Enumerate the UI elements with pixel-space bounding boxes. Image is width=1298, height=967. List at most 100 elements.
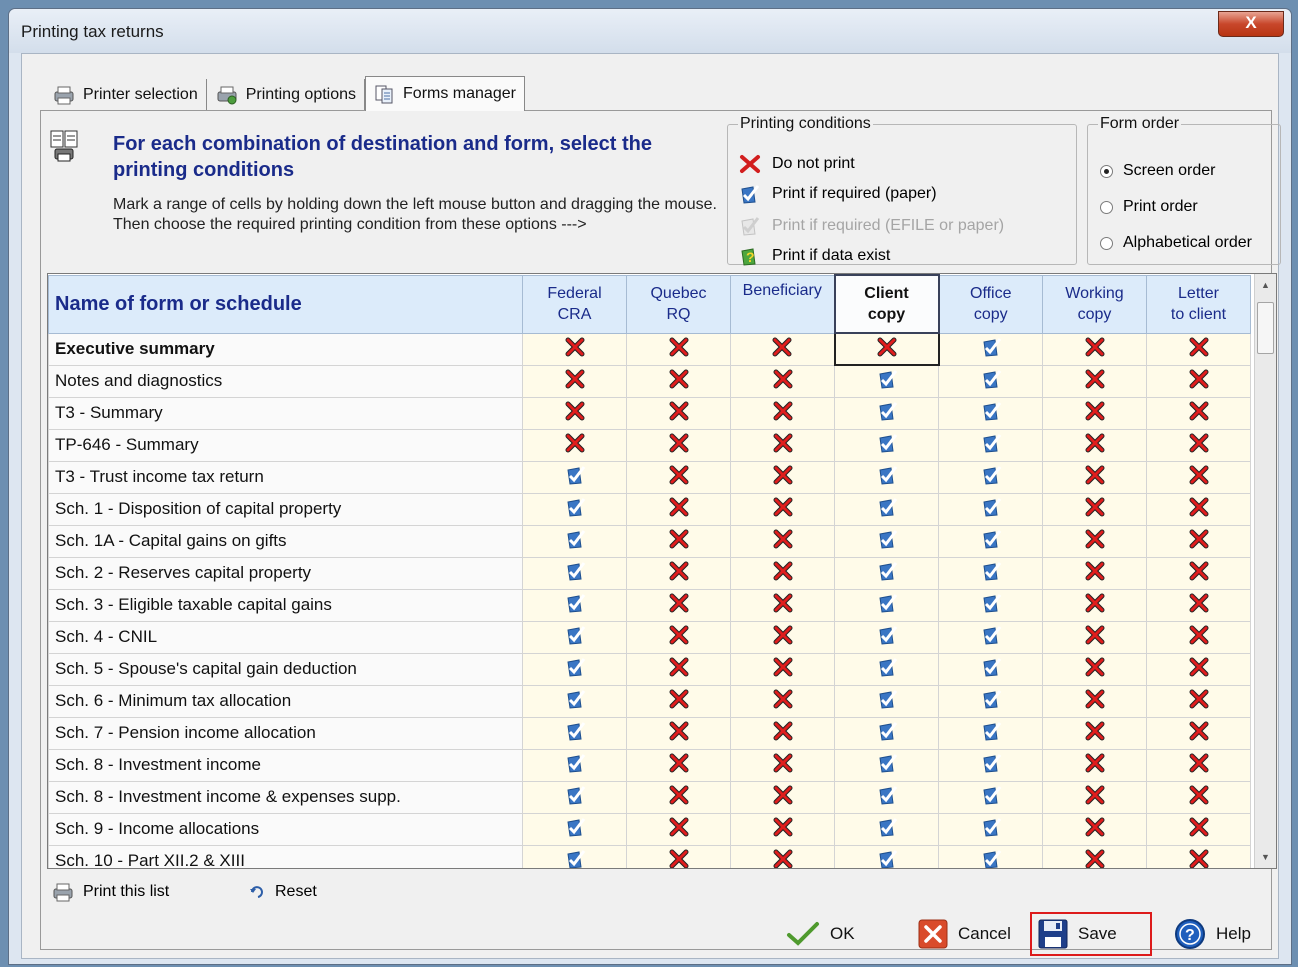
print-condition-cell[interactable]	[938, 844, 1043, 868]
print-condition-cell[interactable]	[730, 364, 835, 398]
form-name-cell[interactable]: Sch. 1 - Disposition of capital property	[48, 492, 523, 526]
print-condition-cell[interactable]	[1042, 652, 1147, 686]
print-condition-cell[interactable]	[522, 620, 627, 654]
print-condition-cell[interactable]	[938, 460, 1043, 494]
print-condition-cell[interactable]	[1146, 460, 1251, 494]
print-condition-cell[interactable]	[626, 684, 731, 718]
print-condition-cell[interactable]	[730, 684, 835, 718]
print-condition-cell[interactable]	[1146, 780, 1251, 814]
radio-button[interactable]	[1100, 200, 1113, 214]
print-condition-cell[interactable]	[938, 524, 1043, 558]
print-condition-cell[interactable]	[1042, 332, 1147, 366]
print-condition-cell[interactable]	[1146, 396, 1251, 430]
print-condition-cell[interactable]	[938, 716, 1043, 750]
print-condition-cell[interactable]	[938, 364, 1043, 398]
save-button[interactable]: Save	[1030, 912, 1152, 956]
print-condition-cell[interactable]	[626, 428, 731, 462]
form-name-cell[interactable]: Sch. 8 - Investment income	[48, 748, 523, 782]
print-condition-cell[interactable]	[834, 812, 939, 846]
print-condition-cell[interactable]	[730, 428, 835, 462]
print-condition-cell[interactable]	[522, 492, 627, 526]
print-condition-cell[interactable]	[626, 556, 731, 590]
tab-printer-selection[interactable]: Printer selection	[44, 79, 207, 111]
print-condition-cell[interactable]	[1042, 844, 1147, 868]
print-condition-cell[interactable]	[1042, 492, 1147, 526]
print-condition-cell[interactable]	[522, 460, 627, 494]
tab-forms-manager[interactable]: Forms manager	[365, 76, 525, 111]
print-condition-cell[interactable]	[1146, 428, 1251, 462]
form-name-cell[interactable]: TP-646 - Summary	[48, 428, 523, 462]
print-condition-cell[interactable]	[522, 684, 627, 718]
print-condition-cell[interactable]	[1146, 812, 1251, 846]
print-condition-cell[interactable]	[522, 396, 627, 430]
print-condition-cell[interactable]	[1042, 716, 1147, 750]
print-condition-cell[interactable]	[626, 396, 731, 430]
print-condition-cell[interactable]	[730, 332, 835, 366]
print-condition-cell[interactable]	[834, 684, 939, 718]
print-condition-cell[interactable]	[938, 652, 1043, 686]
condition-do-not-print[interactable]: Do not print	[738, 151, 855, 177]
column-header-quebec-rq[interactable]: Quebec RQ	[626, 274, 731, 334]
print-condition-cell[interactable]	[1146, 652, 1251, 686]
print-condition-cell[interactable]	[626, 844, 731, 868]
form-name-cell[interactable]: Sch. 9 - Income allocations	[48, 812, 523, 846]
print-condition-cell[interactable]	[1146, 620, 1251, 654]
column-header-working-copy[interactable]: Working copy	[1042, 274, 1147, 334]
radio-print-order[interactable]: Print order	[1100, 195, 1198, 219]
cancel-button[interactable]: Cancel	[912, 912, 1017, 956]
print-condition-cell[interactable]	[626, 332, 731, 366]
print-condition-cell[interactable]	[833, 332, 940, 366]
print-condition-cell[interactable]	[626, 716, 731, 750]
print-condition-cell[interactable]	[730, 588, 835, 622]
print-condition-cell[interactable]	[522, 780, 627, 814]
tab-printing-options[interactable]: Printing options	[206, 79, 366, 111]
print-condition-cell[interactable]	[938, 812, 1043, 846]
print-condition-cell[interactable]	[626, 748, 731, 782]
print-condition-cell[interactable]	[834, 588, 939, 622]
print-condition-cell[interactable]	[626, 364, 731, 398]
column-header-beneficiary[interactable]: Beneficiary	[730, 274, 835, 334]
print-condition-cell[interactable]	[730, 780, 835, 814]
print-condition-cell[interactable]	[1042, 556, 1147, 590]
grid-scrollbar[interactable]: ▲ ▼	[1254, 274, 1276, 868]
column-header-federal-cra[interactable]: Federal CRA	[522, 274, 627, 334]
print-condition-cell[interactable]	[1146, 716, 1251, 750]
print-condition-cell[interactable]	[1042, 588, 1147, 622]
print-condition-cell[interactable]	[938, 780, 1043, 814]
print-condition-cell[interactable]	[938, 620, 1043, 654]
form-name-cell[interactable]: Sch. 5 - Spouse's capital gain deduction	[48, 652, 523, 686]
form-name-cell[interactable]: Sch. 1A - Capital gains on gifts	[48, 524, 523, 558]
print-condition-cell[interactable]	[522, 652, 627, 686]
ok-button[interactable]: OK	[780, 912, 861, 956]
print-condition-cell[interactable]	[1042, 524, 1147, 558]
print-condition-cell[interactable]	[522, 524, 627, 558]
form-name-cell[interactable]: Sch. 3 - Eligible taxable capital gains	[48, 588, 523, 622]
print-condition-cell[interactable]	[938, 428, 1043, 462]
print-condition-cell[interactable]	[730, 460, 835, 494]
radio-screen-order[interactable]: Screen order	[1100, 159, 1216, 183]
radio-button[interactable]	[1100, 236, 1113, 250]
print-condition-cell[interactable]	[522, 748, 627, 782]
print-condition-cell[interactable]	[834, 716, 939, 750]
print-condition-cell[interactable]	[626, 652, 731, 686]
print-condition-cell[interactable]	[522, 428, 627, 462]
print-condition-cell[interactable]	[522, 332, 627, 366]
print-condition-cell[interactable]	[938, 332, 1043, 366]
close-button[interactable]: X	[1218, 11, 1284, 37]
print-condition-cell[interactable]	[834, 428, 939, 462]
forms-grid[interactable]: Name of form or schedule Federal CRA Queb…	[47, 273, 1277, 869]
print-condition-cell[interactable]	[938, 492, 1043, 526]
print-condition-cell[interactable]	[1042, 780, 1147, 814]
scroll-thumb[interactable]	[1257, 302, 1274, 354]
print-condition-cell[interactable]	[730, 716, 835, 750]
print-condition-cell[interactable]	[730, 844, 835, 868]
print-condition-cell[interactable]	[1146, 364, 1251, 398]
print-condition-cell[interactable]	[834, 844, 939, 868]
print-condition-cell[interactable]	[730, 812, 835, 846]
print-condition-cell[interactable]	[938, 748, 1043, 782]
print-condition-cell[interactable]	[626, 620, 731, 654]
form-name-cell[interactable]: Sch. 4 - CNIL	[48, 620, 523, 654]
print-condition-cell[interactable]	[1146, 492, 1251, 526]
print-condition-cell[interactable]	[1042, 428, 1147, 462]
print-condition-cell[interactable]	[626, 524, 731, 558]
